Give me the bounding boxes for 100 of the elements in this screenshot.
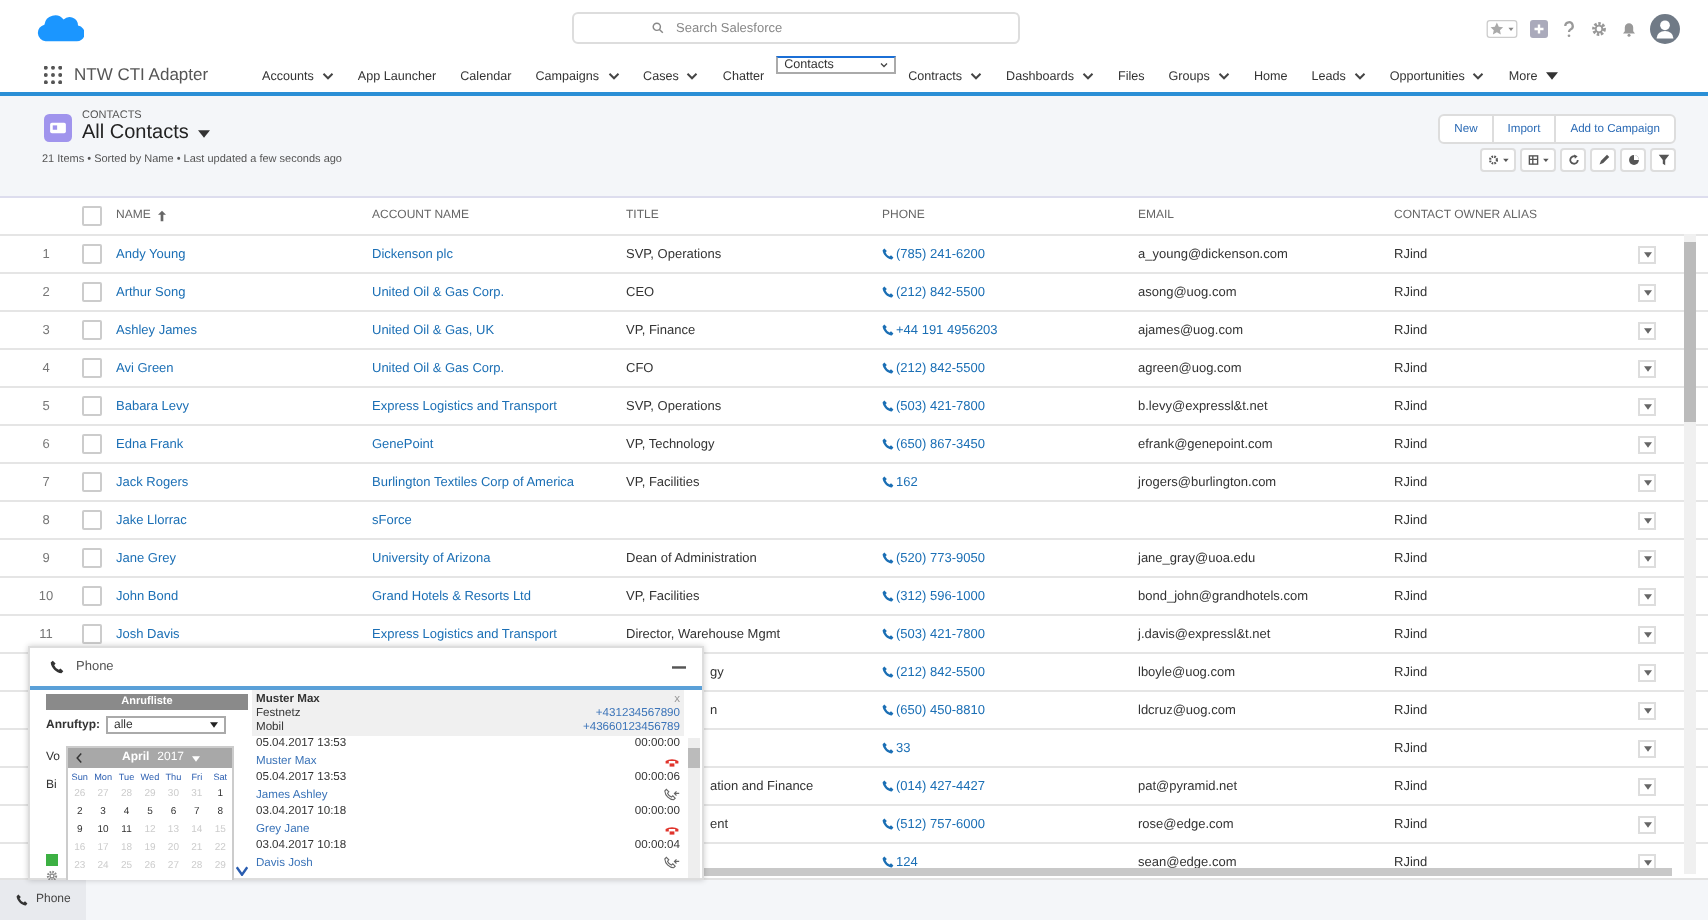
bell-icon[interactable] <box>1620 19 1638 37</box>
phone-icon[interactable] <box>882 400 894 412</box>
caret-icon <box>1643 479 1651 485</box>
chevron-icon[interactable] <box>1353 72 1366 80</box>
phone-icon <box>16 894 28 906</box>
chevron-icon[interactable] <box>321 72 334 80</box>
search-icon <box>652 22 664 34</box>
scrollbar[interactable] <box>1684 234 1696 874</box>
row-menu-button[interactable] <box>1638 701 1656 719</box>
row-checkbox[interactable] <box>82 358 102 378</box>
phone-icon[interactable] <box>882 476 894 488</box>
row-checkbox[interactable] <box>82 548 102 568</box>
caret-icon <box>210 722 218 728</box>
minimize-icon[interactable] <box>672 665 686 669</box>
incoming-call-icon <box>664 856 680 871</box>
help-icon[interactable] <box>1560 19 1578 37</box>
row-checkbox[interactable] <box>82 472 102 492</box>
refresh-icon <box>1567 154 1579 166</box>
filter-button[interactable] <box>1650 148 1676 172</box>
phone-icon[interactable] <box>882 856 894 868</box>
caret-icon <box>1643 251 1651 257</box>
sort-arrow-icon[interactable] <box>158 210 167 222</box>
row-menu-button[interactable] <box>1638 777 1656 795</box>
caret-icon <box>1643 707 1651 713</box>
phone-icon[interactable] <box>882 248 894 260</box>
row-menu-button[interactable] <box>1638 587 1656 605</box>
row-checkbox[interactable] <box>82 586 102 606</box>
phone-icon[interactable] <box>882 780 894 792</box>
settings-icon[interactable] <box>46 870 58 880</box>
caret-icon <box>1643 403 1651 409</box>
chevron-icon[interactable] <box>970 72 983 80</box>
chevron-down-icon[interactable] <box>236 866 248 876</box>
chevron-icon[interactable] <box>1081 72 1094 80</box>
settings-menu-button[interactable] <box>1480 148 1516 172</box>
phone-icon[interactable] <box>882 324 894 336</box>
row-checkbox[interactable] <box>82 320 102 340</box>
row-menu-button[interactable] <box>1638 549 1656 567</box>
phone-icon[interactable] <box>882 704 894 716</box>
row-checkbox[interactable] <box>82 434 102 454</box>
phone-icon[interactable] <box>882 362 894 374</box>
view-selector[interactable]: All Contacts <box>82 122 211 144</box>
phone-icon[interactable] <box>882 742 894 754</box>
select-all-checkbox[interactable] <box>82 206 102 226</box>
scrollbar[interactable] <box>688 738 700 878</box>
edit-button[interactable] <box>1590 148 1616 172</box>
phone-icon[interactable] <box>882 438 894 450</box>
phone-icon <box>50 660 64 674</box>
row-menu-button[interactable] <box>1638 511 1656 529</box>
phone-icon[interactable] <box>882 286 894 298</box>
phone-icon[interactable] <box>882 818 894 830</box>
row-menu-button[interactable] <box>1638 283 1656 301</box>
refresh-button[interactable] <box>1560 148 1586 172</box>
phone-icon[interactable] <box>882 628 894 640</box>
status-indicator <box>46 854 58 866</box>
row-checkbox[interactable] <box>82 282 102 302</box>
contacts-icon <box>44 114 72 142</box>
row-menu-button[interactable] <box>1638 739 1656 757</box>
row-menu-button[interactable] <box>1638 245 1656 263</box>
chevron-icon[interactable] <box>1472 72 1485 80</box>
incoming-call-icon <box>664 788 680 803</box>
caret-icon <box>1643 517 1651 523</box>
row-menu-button[interactable] <box>1638 473 1656 491</box>
settings-icon[interactable] <box>1590 19 1608 37</box>
chevron-icon[interactable] <box>1217 72 1230 80</box>
previous-month-icon[interactable] <box>76 752 82 764</box>
caret-icon <box>1643 441 1651 447</box>
row-menu-button[interactable] <box>1638 397 1656 415</box>
row-menu-button[interactable] <box>1638 625 1656 643</box>
row-menu-button[interactable] <box>1638 321 1656 339</box>
row-checkbox[interactable] <box>82 396 102 416</box>
chart-button[interactable] <box>1620 148 1646 172</box>
app-name: NTW CTI Adapter <box>74 64 211 84</box>
row-checkbox[interactable] <box>82 510 102 530</box>
phone-icon[interactable] <box>882 666 894 678</box>
caret-icon <box>1643 631 1651 637</box>
row-menu-button[interactable] <box>1638 435 1656 453</box>
caret-icon <box>1643 289 1651 295</box>
chevron-icon[interactable] <box>686 72 699 80</box>
caret-icon <box>1643 327 1651 333</box>
chevron-icon[interactable] <box>607 72 620 80</box>
avatar-icon[interactable] <box>1650 13 1680 43</box>
caret-icon <box>1545 72 1558 80</box>
phone-icon[interactable] <box>882 590 894 602</box>
row-menu-button[interactable] <box>1638 663 1656 681</box>
caret-icon <box>1643 593 1651 599</box>
row-menu-button[interactable] <box>1638 815 1656 833</box>
row-checkbox[interactable] <box>82 624 102 644</box>
row-menu-button[interactable] <box>1638 359 1656 377</box>
caret-icon <box>198 129 211 137</box>
display-menu-button[interactable] <box>1520 148 1556 172</box>
pie-chart-icon <box>1627 154 1639 166</box>
pencil-icon <box>1597 154 1609 166</box>
row-checkbox[interactable] <box>82 244 102 264</box>
phone-icon[interactable] <box>882 552 894 564</box>
cloud-logo[interactable] <box>36 12 84 44</box>
chevron-icon[interactable] <box>880 62 889 68</box>
caret-icon <box>1643 821 1651 827</box>
caret-icon <box>1643 745 1651 751</box>
app-launcher-icon[interactable] <box>44 65 62 83</box>
caret-icon <box>1643 669 1651 675</box>
